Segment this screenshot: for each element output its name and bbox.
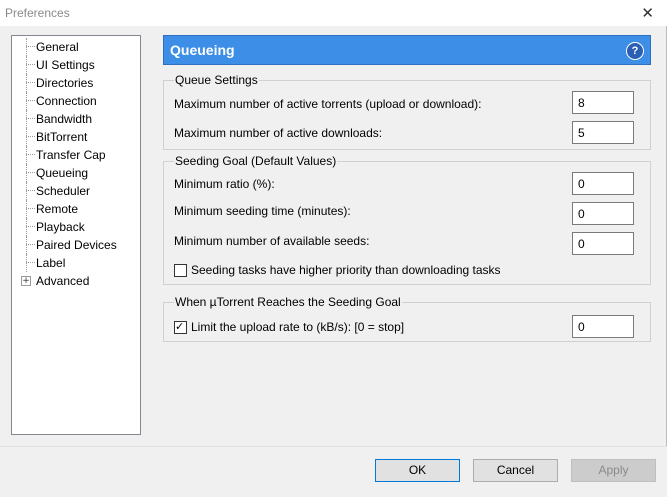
section-header: Queueing ? [163, 35, 651, 65]
tree-item-label[interactable]: Label [12, 254, 140, 272]
expand-icon[interactable]: + [21, 276, 31, 286]
section-title: Queueing [170, 42, 235, 58]
seeding-goal-group: Seeding Goal (Default Values) Minimum ra… [163, 154, 651, 285]
ok-button[interactable]: OK [375, 459, 460, 482]
tree-connector [26, 118, 35, 119]
min-ratio-label: Minimum ratio (%): [174, 177, 275, 191]
close-icon[interactable]: ✕ [641, 4, 654, 22]
apply-button[interactable]: Apply [571, 459, 656, 482]
tree-item-label: Playback [36, 220, 85, 234]
tree-connector [26, 38, 27, 56]
tree-connector [26, 182, 27, 200]
tree-connector [26, 154, 35, 155]
tree-connector [26, 190, 35, 191]
tree-item-remote[interactable]: Remote [12, 200, 140, 218]
tree-item-playback[interactable]: Playback [12, 218, 140, 236]
reach-goal-group: When µTorrent Reaches the Seeding Goal L… [163, 295, 651, 342]
tree-item-connection[interactable]: Connection [12, 92, 140, 110]
tree-item-transfer-cap[interactable]: Transfer Cap [12, 146, 140, 164]
tree-connector [26, 200, 27, 218]
tree-item-label: Scheduler [36, 184, 91, 198]
tree-item-paired-devices[interactable]: Paired Devices [12, 236, 140, 254]
tree-connector [26, 244, 35, 245]
tree-connector [26, 128, 27, 146]
tree-connector [26, 46, 35, 47]
tree-connector [26, 262, 35, 263]
min-seeds-label: Minimum number of available seeds: [174, 234, 370, 248]
title-bar: Preferences ✕ [0, 0, 667, 26]
tree-item-label: UI Settings [36, 58, 95, 72]
limit-upload-input[interactable] [572, 315, 634, 338]
limit-upload-label: Limit the upload rate to (kB/s): [0 = st… [191, 320, 405, 334]
tree-connector [26, 172, 35, 173]
max-active-torrents-input[interactable] [572, 91, 634, 114]
tree-item-label: Bandwidth [36, 112, 93, 126]
tree-connector [26, 146, 27, 164]
priority-checkbox-row[interactable]: Seeding tasks have higher priority than … [174, 263, 501, 277]
tree-item-label: Label [36, 256, 66, 270]
tree-connector [26, 218, 27, 236]
tree-connector [26, 164, 27, 182]
max-active-downloads-label: Maximum number of active downloads: [174, 126, 383, 140]
tree-item-bittorrent[interactable]: BitTorrent [12, 128, 140, 146]
window-title: Preferences [5, 6, 70, 20]
tree-item-directories[interactable]: Directories [12, 74, 140, 92]
tree-item-general[interactable]: General [12, 38, 140, 56]
tree-connector [26, 56, 27, 74]
tree-item-label: Paired Devices [36, 238, 117, 252]
limit-upload-checkbox[interactable] [174, 320, 187, 334]
limit-upload-checkbox-row[interactable]: Limit the upload rate to (kB/s): [0 = st… [174, 320, 404, 334]
tree-item-advanced[interactable]: + Advanced [12, 272, 140, 290]
tree-item-queueing[interactable]: Queueing [12, 164, 140, 182]
tree-connector [26, 254, 27, 272]
category-tree: General UI Settings Directories Connection B… [11, 35, 141, 435]
tree-connector [26, 64, 35, 65]
tree-item-label: Directories [36, 76, 94, 90]
tree-item-label: Connection [36, 94, 97, 108]
min-seed-time-input[interactable] [572, 202, 634, 225]
tree-item-label: Advanced [36, 274, 90, 288]
tree-item-label: General [36, 40, 79, 54]
tree-connector [26, 82, 35, 83]
tree-item-label: Remote [36, 202, 79, 216]
tree-connector [26, 92, 27, 110]
tree-item-ui-settings[interactable]: UI Settings [12, 56, 140, 74]
tree-connector [26, 100, 35, 101]
tree-connector [26, 110, 27, 128]
tree-connector [26, 236, 27, 254]
reach-goal-legend: When µTorrent Reaches the Seeding Goal [174, 295, 402, 309]
priority-checkbox-label: Seeding tasks have higher priority than … [191, 263, 501, 277]
min-ratio-input[interactable] [572, 172, 634, 195]
min-seed-time-label: Minimum seeding time (minutes): [174, 204, 351, 218]
tree-item-label: Transfer Cap [36, 148, 106, 162]
help-icon[interactable]: ? [626, 42, 644, 60]
tree-item-label: Queueing [36, 166, 89, 180]
max-active-torrents-label: Maximum number of active torrents (uploa… [174, 97, 482, 111]
cancel-button[interactable]: Cancel [473, 459, 558, 482]
min-seeds-input[interactable] [572, 232, 634, 255]
tree-connector [26, 208, 35, 209]
queue-settings-legend: Queue Settings [174, 73, 259, 87]
dialog-footer: OK Cancel Apply [0, 446, 667, 497]
tree-item-scheduler[interactable]: Scheduler [12, 182, 140, 200]
max-active-downloads-input[interactable] [572, 121, 634, 144]
priority-checkbox[interactable] [174, 263, 187, 277]
tree-connector [26, 136, 35, 137]
tree-connector [26, 74, 27, 92]
queue-settings-group: Queue Settings Maximum number of active … [163, 73, 651, 150]
seeding-goal-legend: Seeding Goal (Default Values) [174, 154, 338, 168]
tree-connector [26, 226, 35, 227]
tree-item-label: BitTorrent [36, 130, 88, 144]
tree-item-bandwidth[interactable]: Bandwidth [12, 110, 140, 128]
